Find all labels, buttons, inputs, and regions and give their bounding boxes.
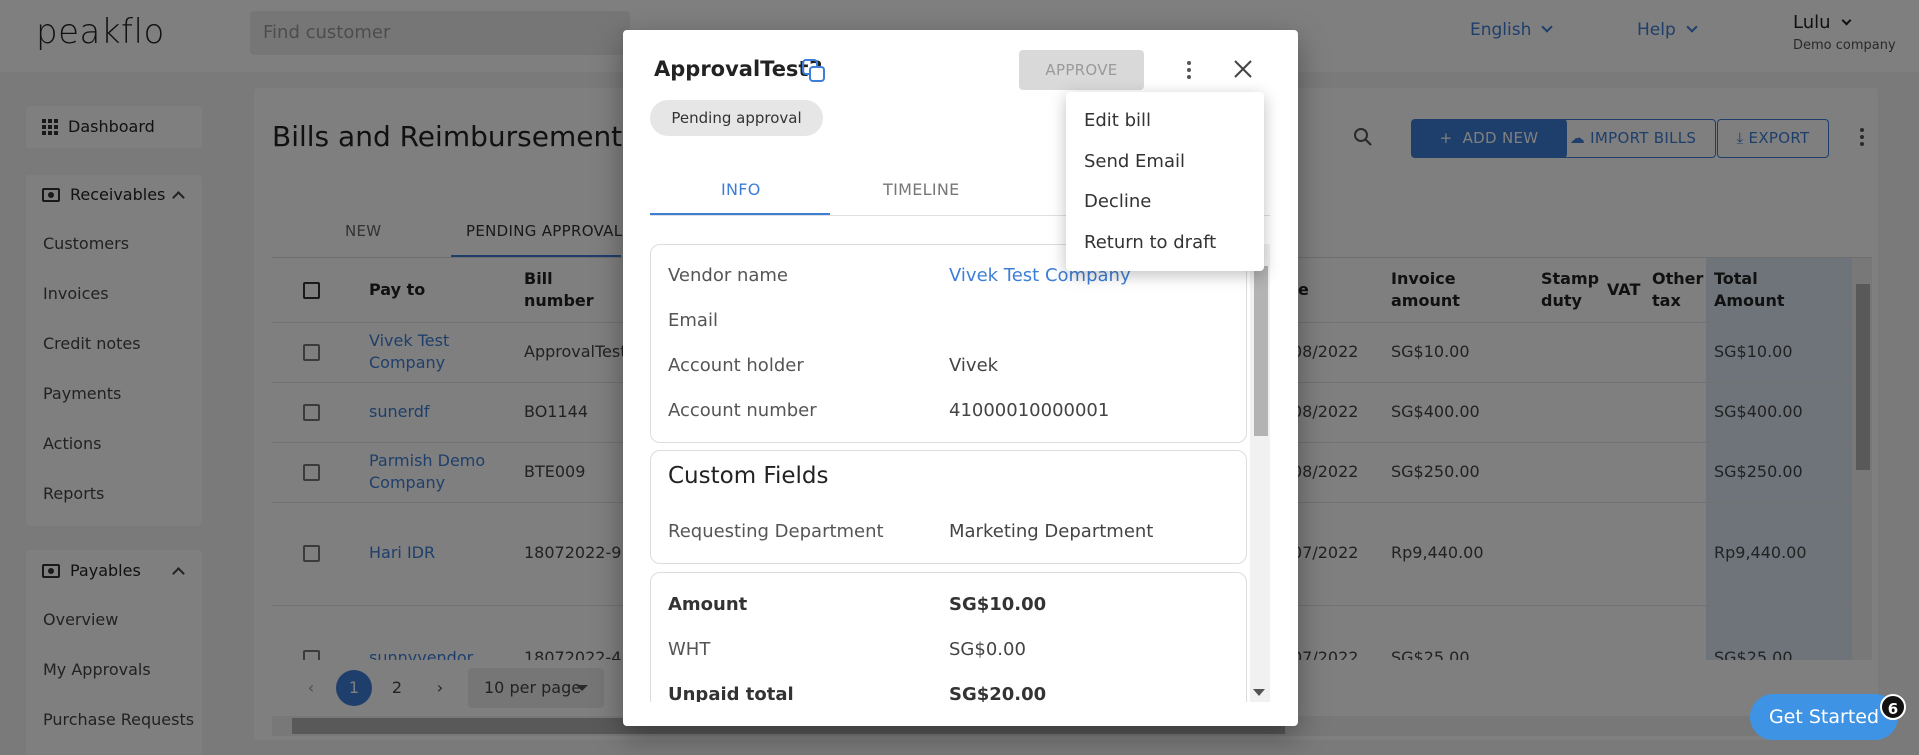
amount-value: SG$10.00	[949, 594, 1047, 615]
menu-item-decline[interactable]: Decline	[1084, 191, 1151, 212]
bill-actions-menu: Edit bill Send Email Decline Return to d…	[1066, 92, 1264, 271]
amounts-card	[650, 572, 1247, 702]
vendor-name-label: Vendor name	[668, 265, 789, 286]
menu-item-edit-bill[interactable]: Edit bill	[1084, 110, 1151, 131]
wht-value: SG$0.00	[949, 639, 1026, 660]
custom-fields-title: Custom Fields	[668, 463, 829, 489]
tab-timeline[interactable]: TIMELINE	[883, 180, 960, 199]
account-number-value: 41000010000001	[949, 400, 1110, 421]
get-started-button[interactable]: Get Started	[1750, 694, 1898, 740]
menu-item-return-to-draft[interactable]: Return to draft	[1084, 232, 1216, 253]
account-holder-label: Account holder	[668, 355, 804, 376]
more-options-icon[interactable]	[1187, 61, 1191, 82]
approve-button[interactable]: APPROVE	[1019, 50, 1144, 90]
get-started-count-badge: 6	[1880, 694, 1906, 720]
copy-icon[interactable]	[801, 58, 827, 84]
email-label: Email	[668, 310, 718, 331]
amount-label: Amount	[668, 594, 748, 615]
modal-title: ApprovalTest3	[654, 57, 824, 81]
scroll-down-arrow-icon[interactable]	[1253, 689, 1265, 696]
partial-total-label: Unpaid total	[668, 684, 794, 702]
account-holder-value: Vivek	[949, 355, 999, 376]
requesting-department-value: Marketing Department	[949, 521, 1154, 542]
modal-scroll-area: Vendor name Vivek Test Company Email Acc…	[623, 244, 1250, 702]
requesting-department-label: Requesting Department	[668, 521, 884, 542]
partial-total-value: SG$20.00	[949, 684, 1047, 702]
modal-scroll-thumb[interactable]	[1254, 266, 1268, 436]
wht-label: WHT	[668, 639, 711, 660]
tab-info[interactable]: INFO	[721, 180, 761, 199]
status-badge: Pending approval	[650, 100, 823, 136]
menu-item-send-email[interactable]: Send Email	[1084, 151, 1185, 172]
account-number-label: Account number	[668, 400, 817, 421]
active-tab-indicator	[650, 213, 830, 215]
close-icon[interactable]	[1232, 58, 1254, 80]
